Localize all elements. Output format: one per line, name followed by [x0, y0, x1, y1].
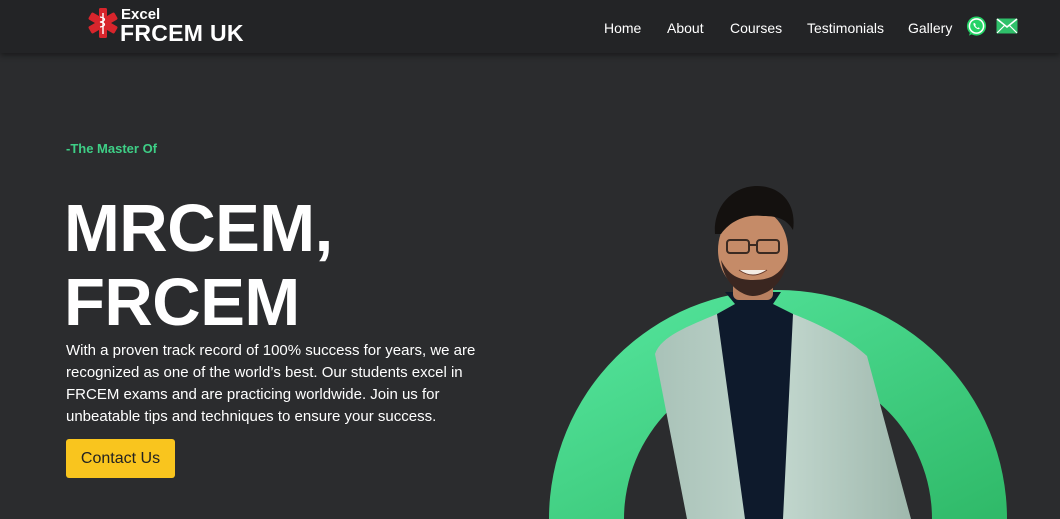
nav-testimonials[interactable]: Testimonials	[807, 20, 884, 36]
logo[interactable]: Excel FRCEM UK	[88, 6, 244, 45]
nav-gallery[interactable]: Gallery	[908, 20, 952, 36]
medical-star-logo-icon	[88, 8, 118, 38]
nav-home[interactable]: Home	[604, 20, 641, 36]
logo-text-big: FRCEM UK	[120, 20, 244, 46]
headline-line-1: MRCEM,	[64, 191, 333, 266]
nav-about[interactable]: About	[667, 20, 704, 36]
email-icon[interactable]	[996, 18, 1018, 34]
next-section-heading-partial	[66, 513, 146, 519]
navbar: Excel FRCEM UK Home About Courses Testim…	[0, 0, 1060, 53]
green-ring-portrait	[549, 186, 1007, 519]
contact-us-button[interactable]: Contact Us	[66, 439, 175, 478]
hero-description: With a proven track record of 100% succe…	[66, 342, 476, 425]
whatsapp-icon[interactable]	[965, 15, 988, 38]
hero-headline: MRCEM, FRCEM	[64, 192, 333, 340]
nav-courses[interactable]: Courses	[730, 20, 782, 36]
page: Excel FRCEM UK Home About Courses Testim…	[0, 0, 1060, 519]
headline-line-2: FRCEM	[64, 265, 300, 340]
hero-tagline: -The Master Of	[66, 141, 158, 156]
hero-image	[549, 164, 1009, 519]
